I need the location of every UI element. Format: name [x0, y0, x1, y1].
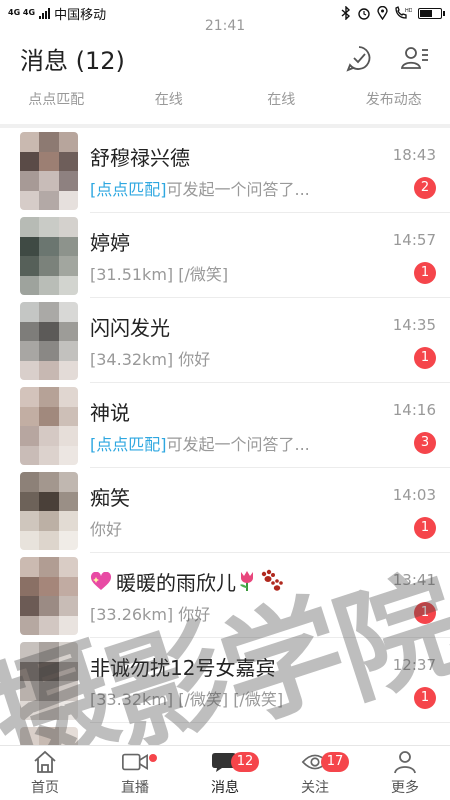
preview-text: [33.26km] 你好: [90, 605, 211, 624]
nav-messages-label: 消息: [211, 780, 239, 796]
contact-name: 闪闪发光: [90, 316, 170, 340]
unread-badge: 3: [414, 432, 436, 454]
contact-name-text: 暖暖的雨欣儿: [116, 571, 236, 595]
live-dot-badge: [149, 754, 157, 762]
nav-messages[interactable]: 12 消息: [180, 746, 270, 800]
person-icon: [394, 751, 416, 774]
bluetooth-icon: [341, 6, 351, 20]
message-time: 13:41: [392, 571, 436, 589]
nav-more[interactable]: 更多: [360, 746, 450, 800]
message-preview: [点点匹配]可发起一个问答了...: [90, 176, 310, 200]
home-icon: [34, 750, 56, 773]
contact-name: 痴笑: [90, 486, 130, 510]
unread-badge: 1: [414, 347, 436, 369]
preview-text: 你好: [90, 520, 123, 539]
nav-home-label: 首页: [31, 780, 59, 796]
paw-icon: [261, 569, 283, 591]
carrier-label: 中国移动: [54, 7, 107, 23]
message-preview: [33.26km] 你好: [90, 601, 210, 625]
subtab-online-2[interactable]: 在线: [225, 90, 338, 120]
preview-text: [31.51km] [/微笑]: [90, 265, 229, 284]
unread-badge: 1: [414, 687, 436, 709]
message-time: 14:16: [392, 401, 436, 419]
contact-name: 非诚勿扰12号女嘉宾: [90, 656, 276, 680]
battery-icon: [418, 7, 445, 19]
preview-text: 可发起一个问答了...: [166, 180, 310, 199]
nav-live[interactable]: 直播: [90, 746, 180, 800]
list-item[interactable]: 暖暖的雨欣儿 13:41 [33.26km] 你好 1: [0, 553, 450, 638]
bottom-nav: 首页 直播 12 消息 17 关注 更多: [0, 745, 450, 800]
avatar: [20, 472, 78, 550]
sparkle-heart-icon: [90, 572, 112, 590]
header: 消息 (12): [0, 26, 450, 90]
tulip-icon: [240, 571, 253, 591]
nav-more-label: 更多: [391, 780, 419, 796]
message-preview: [33.32km] [/微笑] [/微笑]: [90, 686, 283, 710]
subtab-match[interactable]: 点点匹配: [0, 90, 113, 120]
list-item[interactable]: 非诚勿扰12号女嘉宾 12:37 [33.32km] [/微笑] [/微笑] 1: [0, 638, 450, 723]
subtab-post[interactable]: 发布动态: [338, 90, 450, 120]
hd-call-icon: HD: [395, 6, 412, 19]
avatar: [20, 727, 78, 745]
contact-name: 婷婷: [90, 231, 130, 255]
match-tag: [点点匹配]: [90, 180, 167, 199]
avatar: [20, 217, 78, 295]
chat-check-icon: [346, 46, 371, 72]
avatar: [20, 557, 78, 635]
contact-name: 舒穆禄兴德: [90, 146, 190, 170]
message-preview: [点点匹配]可发起一个问答了...: [90, 431, 310, 455]
message-time: 14:35: [392, 316, 436, 334]
alarm-icon: [358, 8, 370, 20]
unread-badge: 2: [414, 177, 436, 199]
message-list: 舒穆禄兴德 18:43 [点点匹配]可发起一个问答了... 2 婷婷 14:57…: [0, 128, 450, 745]
message-preview: [34.32km] 你好: [90, 346, 210, 370]
page-title: 消息 (12): [20, 46, 125, 75]
contacts-icon: [400, 47, 428, 69]
message-time: 14:03: [392, 486, 436, 504]
subtab-online-1[interactable]: 在线: [113, 90, 226, 120]
preview-text: 可发起一个问答了...: [166, 435, 310, 454]
contacts-button[interactable]: [400, 43, 430, 73]
unread-badge: 1: [414, 602, 436, 624]
message-preview: [31.51km] [/微笑]: [90, 261, 228, 285]
list-item[interactable]: 神说 14:16 [点点匹配]可发起一个问答了... 3: [0, 383, 450, 468]
match-tag: [点点匹配]: [90, 435, 167, 454]
message-preview: 你好: [90, 516, 122, 540]
contact-name: 神说: [90, 401, 130, 425]
preview-text: [34.32km] 你好: [90, 350, 211, 369]
nav-live-label: 直播: [121, 780, 149, 796]
avatar: [20, 132, 78, 210]
contact-name: 暖暖的雨欣儿: [90, 567, 284, 596]
nav-follow[interactable]: 17 关注: [270, 746, 360, 800]
unread-badge: 1: [414, 517, 436, 539]
check-chat-button[interactable]: [344, 43, 374, 73]
sub-tabs: 点点匹配 在线 在线 发布动态: [0, 90, 450, 120]
list-item[interactable]: 婷婷 14:57 [31.51km] [/微笑] 1: [0, 213, 450, 298]
follow-count-badge: 17: [321, 752, 349, 772]
nav-home[interactable]: 首页: [0, 746, 90, 800]
video-camera-icon: [122, 753, 148, 771]
list-item[interactable]: 闪闪发光 14:35 [34.32km] 你好 1: [0, 298, 450, 383]
preview-text: [33.32km] [/微笑] [/微笑]: [90, 690, 284, 709]
status-bar: 4G 4G 中国移动 21:41 HD: [0, 0, 450, 34]
avatar: [20, 642, 78, 720]
list-item[interactable]: 痴笑 14:03 你好 1: [0, 468, 450, 553]
unread-badge: 1: [414, 262, 436, 284]
signal-icon: [39, 7, 51, 19]
message-time: 18:43: [392, 146, 436, 164]
list-item[interactable]: 舒穆禄兴德 18:43 [点点匹配]可发起一个问答了... 2: [0, 128, 450, 213]
avatar: [20, 387, 78, 465]
messages-count-badge: 12: [231, 752, 259, 772]
avatar: [20, 302, 78, 380]
message-time: 12:37: [392, 656, 436, 674]
network-type: 4G 4G: [8, 8, 36, 17]
message-time: 14:57: [392, 231, 436, 249]
svg-text:HD: HD: [405, 8, 412, 14]
location-icon: [377, 6, 388, 20]
list-item[interactable]: [0, 723, 450, 745]
nav-follow-label: 关注: [301, 780, 329, 796]
